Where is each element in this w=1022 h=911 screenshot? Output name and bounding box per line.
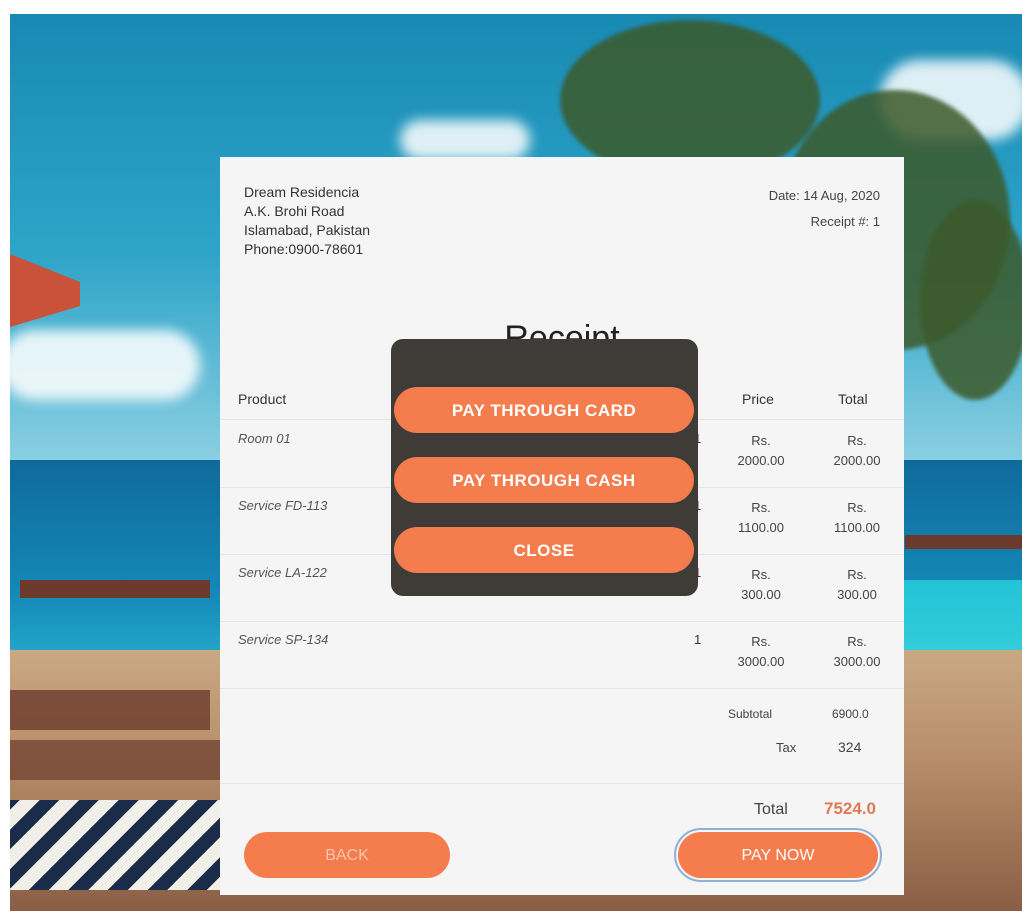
payment-method-modal: PAY THROUGH CARD PAY THROUGH CASH CLOSE bbox=[391, 339, 698, 596]
receipt-meta: Date: 14 Aug, 2020 Receipt #: 1 bbox=[769, 183, 880, 235]
grand-total-label: Total bbox=[754, 801, 788, 818]
receipt-date: Date: 14 Aug, 2020 bbox=[768, 188, 880, 203]
row-product: Service SP-134 bbox=[238, 632, 329, 647]
row-product: Room 01 bbox=[238, 431, 291, 446]
total-amount: 2000.00 bbox=[833, 453, 881, 468]
receipt-number: Receipt #: 1 bbox=[810, 214, 880, 229]
pay-through-card-button[interactable]: PAY THROUGH CARD bbox=[394, 387, 694, 433]
pay-now-button[interactable]: PAY NOW bbox=[674, 828, 882, 882]
cloud bbox=[0, 330, 200, 400]
palm-leaves bbox=[920, 200, 1022, 400]
row-price: Rs. 300.00 bbox=[726, 565, 796, 605]
header-product: Product bbox=[238, 391, 287, 407]
business-city: Islamabad, Pakistan bbox=[244, 222, 371, 238]
cloud bbox=[400, 120, 530, 160]
total-currency: Rs. bbox=[847, 433, 867, 448]
deck-rail bbox=[905, 535, 1022, 549]
deck-rail bbox=[20, 580, 210, 598]
tax-value: 324 bbox=[838, 739, 862, 755]
tax-label: Tax bbox=[776, 740, 797, 755]
grand-total-value: 7524.0 bbox=[824, 799, 876, 818]
price-amount: 300.00 bbox=[741, 587, 781, 602]
row-qty: 1 bbox=[694, 632, 702, 647]
price-currency: Rs. bbox=[751, 500, 771, 515]
price-currency: Rs. bbox=[751, 433, 771, 448]
price-currency: Rs. bbox=[751, 567, 771, 582]
price-amount: 1100.00 bbox=[737, 520, 785, 535]
row-price: Rs. 2000.00 bbox=[726, 431, 796, 471]
row-product: Service LA-122 bbox=[238, 565, 327, 580]
header-total: Total bbox=[838, 391, 868, 407]
total-amount: 1100.00 bbox=[833, 520, 881, 535]
subtotal-label: Subtotal bbox=[728, 707, 773, 721]
pay-through-cash-button[interactable]: PAY THROUGH CASH bbox=[394, 457, 694, 503]
total-amount: 300.00 bbox=[837, 587, 877, 602]
total-amount: 3000.00 bbox=[833, 654, 881, 669]
row-price: Rs. 3000.00 bbox=[726, 632, 796, 672]
total-currency: Rs. bbox=[847, 500, 867, 515]
row-total: Rs. 300.00 bbox=[822, 565, 892, 605]
palm-leaves bbox=[560, 20, 820, 180]
lounger bbox=[0, 690, 210, 730]
divider bbox=[220, 783, 904, 784]
subtotal-value: 6900.0 bbox=[832, 707, 869, 721]
lounger bbox=[0, 740, 220, 780]
table-row: Service SP-134 1 Rs. 3000.00 Rs. 3000.00 bbox=[220, 622, 904, 689]
row-total: Rs. 1100.00 bbox=[822, 498, 892, 538]
price-amount: 3000.00 bbox=[737, 654, 785, 669]
row-total: Rs. 3000.00 bbox=[822, 632, 892, 672]
striped-towel bbox=[0, 800, 230, 890]
row-total: Rs. 2000.00 bbox=[822, 431, 892, 471]
total-currency: Rs. bbox=[847, 634, 867, 649]
row-price: Rs. 1100.00 bbox=[726, 498, 796, 538]
business-phone: Phone:0900-78601 bbox=[244, 241, 364, 257]
price-amount: 2000.00 bbox=[737, 453, 785, 468]
row-product: Service FD-113 bbox=[238, 498, 328, 513]
total-currency: Rs. bbox=[847, 567, 867, 582]
business-info: Dream Residencia A.K. Brohi Road Islamab… bbox=[244, 183, 370, 259]
close-button[interactable]: CLOSE bbox=[394, 527, 694, 573]
header-price: Price bbox=[742, 391, 774, 407]
business-name: Dream Residencia bbox=[244, 184, 360, 200]
business-address: A.K. Brohi Road bbox=[244, 203, 345, 219]
price-currency: Rs. bbox=[751, 634, 771, 649]
back-button[interactable]: BACK bbox=[244, 832, 450, 878]
